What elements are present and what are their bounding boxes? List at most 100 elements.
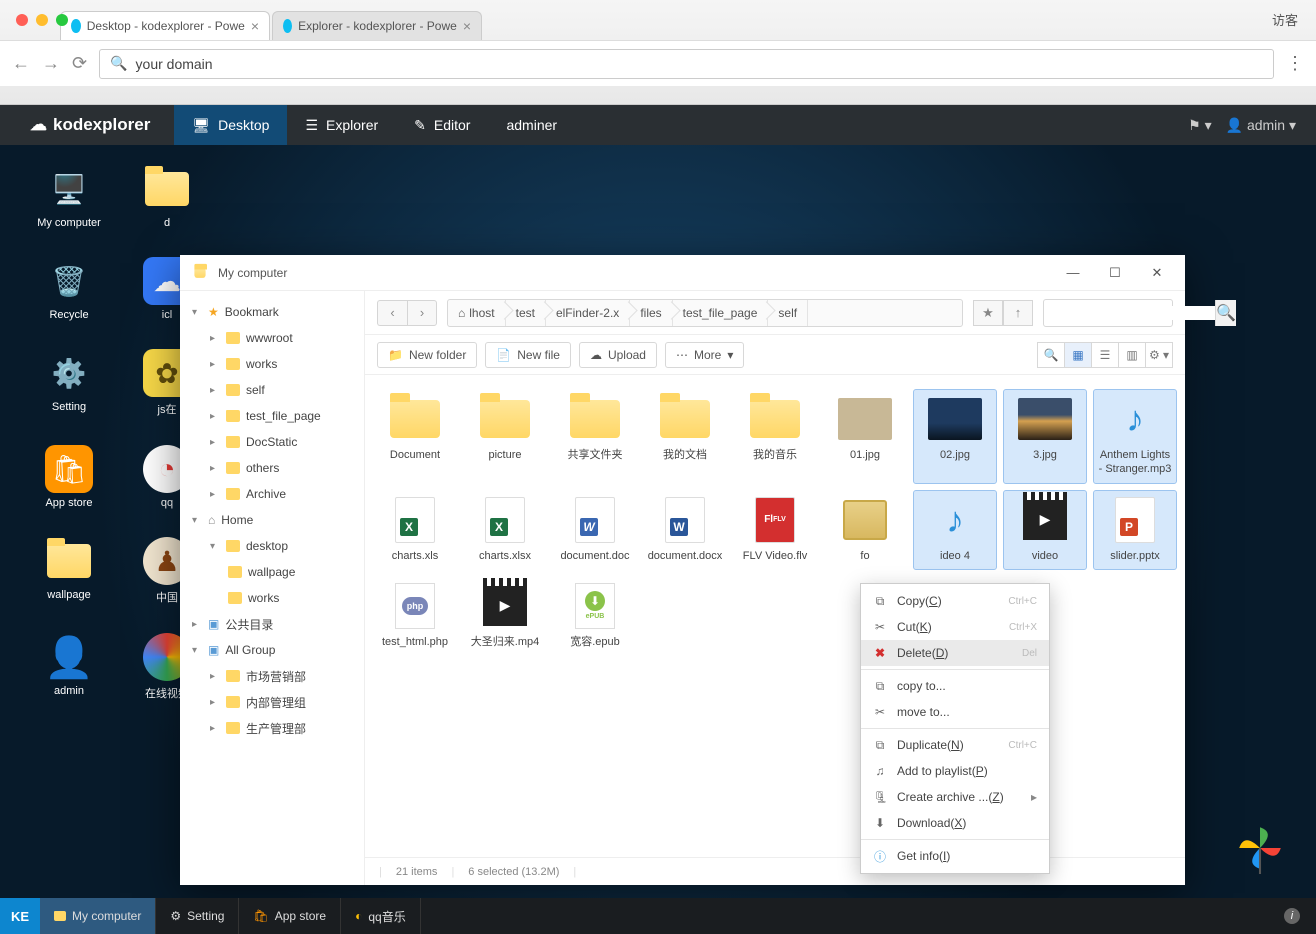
- breadcrumb-item[interactable]: files: [630, 300, 672, 326]
- back-button[interactable]: ←: [12, 53, 30, 74]
- window-close-button[interactable]: ✕: [1141, 259, 1173, 287]
- window-minimize-button[interactable]: —: [1057, 259, 1089, 287]
- tree-item[interactable]: ▸生产管理部: [180, 715, 364, 741]
- file-item[interactable]: document.doc: [553, 490, 637, 570]
- context-menu-item[interactable]: ✂Cut(K)Ctrl+X: [861, 614, 1049, 640]
- start-button[interactable]: KE: [0, 898, 40, 934]
- breadcrumb-item[interactable]: self: [768, 300, 808, 326]
- file-item[interactable]: slider.pptx: [1093, 490, 1177, 570]
- guest-profile-label[interactable]: 访客: [1272, 10, 1298, 29]
- tree-home[interactable]: ▾⌂Home: [180, 507, 364, 533]
- file-grid[interactable]: Documentpicture共享文件夹我的文档我的音乐01.jpg02.jpg…: [365, 375, 1185, 857]
- breadcrumb-home[interactable]: ⌂lhost: [448, 300, 506, 326]
- file-item[interactable]: charts.xlsx: [463, 490, 547, 570]
- file-item[interactable]: 共享文件夹: [553, 389, 637, 484]
- user-menu[interactable]: 👤 admin ▾: [1226, 117, 1296, 134]
- context-menu[interactable]: ⧉Copy(C)Ctrl+C✂Cut(K)Ctrl+X✖Delete(D)Del…: [860, 583, 1050, 874]
- tree-item[interactable]: ▸self: [180, 377, 364, 403]
- file-item[interactable]: fo: [823, 490, 907, 570]
- tab-close-icon[interactable]: ×: [251, 18, 259, 34]
- window-maximize-button[interactable]: ☐: [1099, 259, 1131, 287]
- taskbar-item-my-computer[interactable]: My computer: [40, 898, 156, 934]
- context-menu-item[interactable]: ⧉Duplicate(N)Ctrl+C: [861, 732, 1049, 758]
- window-controls-mac[interactable]: [16, 14, 68, 26]
- file-item[interactable]: 我的文档: [643, 389, 727, 484]
- desktop-icon-folder[interactable]: d: [122, 165, 212, 229]
- tab-close-icon[interactable]: ×: [463, 18, 471, 34]
- context-menu-item[interactable]: ♫Add to playlist(P): [861, 758, 1049, 784]
- tree-item[interactable]: ▸works: [180, 351, 364, 377]
- file-item[interactable]: 我的音乐: [733, 389, 817, 484]
- tree-item[interactable]: ▸Archive: [180, 481, 364, 507]
- tree-bookmark[interactable]: ▾★Bookmark: [180, 299, 364, 325]
- search-button[interactable]: 🔍: [1215, 300, 1236, 326]
- browser-menu-button[interactable]: ⋮: [1286, 53, 1304, 74]
- menubar-item-desktop[interactable]: 🖥 Desktop: [174, 105, 287, 145]
- tree-item[interactable]: ▸test_file_page: [180, 403, 364, 429]
- new-folder-button[interactable]: 📁 New folder: [377, 342, 477, 368]
- desktop-icon-wallpage[interactable]: wallpage: [24, 537, 114, 605]
- nav-forward-button[interactable]: ›: [407, 300, 437, 326]
- address-bar[interactable]: 🔍 your domain: [99, 49, 1274, 79]
- taskbar-item-setting[interactable]: ⚙Setting: [156, 898, 239, 934]
- browser-tab-inactive[interactable]: Explorer - kodexplorer - Powe ×: [272, 11, 482, 40]
- breadcrumb-item[interactable]: test_file_page: [673, 300, 769, 326]
- taskbar-item-appstore[interactable]: 🛍App store: [239, 898, 341, 934]
- menubar-item-editor[interactable]: ✎ Editor: [396, 105, 488, 145]
- favorite-button[interactable]: ★: [973, 300, 1003, 326]
- more-button[interactable]: ⋯ More ▾: [665, 342, 744, 368]
- menubar-item-adminer[interactable]: adminer: [488, 105, 575, 145]
- tree-item[interactable]: wallpage: [180, 559, 364, 585]
- taskbar-item-qqmusic[interactable]: ◐qq音乐: [341, 898, 421, 934]
- breadcrumb-item[interactable]: test: [506, 300, 546, 326]
- tree-public[interactable]: ▸▣公共目录: [180, 611, 364, 637]
- new-file-button[interactable]: 📄 New file: [485, 342, 571, 368]
- context-menu-item[interactable]: ✖Delete(D)Del: [861, 640, 1049, 666]
- breadcrumb-item[interactable]: elFinder-2.x: [546, 300, 630, 326]
- reload-button[interactable]: ⟳: [72, 53, 87, 74]
- tree-item[interactable]: ▸others: [180, 455, 364, 481]
- view-list-button[interactable]: ☰: [1091, 342, 1119, 368]
- search-toggle-button[interactable]: 🔍: [1037, 342, 1065, 368]
- desktop-icon-admin[interactable]: 👤admin: [24, 633, 114, 701]
- search-box[interactable]: 🔍: [1043, 299, 1173, 327]
- context-menu-item[interactable]: ⓘGet info(I): [861, 843, 1049, 869]
- tree-item[interactable]: ▸wwwroot: [180, 325, 364, 351]
- zoom-window-button[interactable]: [56, 14, 68, 26]
- desktop-icon-my-computer[interactable]: 🖥️My computer: [24, 165, 114, 229]
- desktop-icon-setting[interactable]: ⚙️Setting: [24, 349, 114, 417]
- file-item[interactable]: FlFLVFLV Video.flv: [733, 490, 817, 570]
- context-menu-item[interactable]: 🗜Create archive ...(Z)▸: [861, 784, 1049, 810]
- window-titlebar[interactable]: My computer — ☐ ✕: [180, 255, 1185, 291]
- info-button[interactable]: i: [1284, 908, 1300, 924]
- app-logo[interactable]: ☁ kodexplorer: [0, 115, 174, 135]
- file-item[interactable]: Document: [373, 389, 457, 484]
- forward-button[interactable]: →: [42, 53, 60, 74]
- file-item[interactable]: document.docx: [643, 490, 727, 570]
- file-item[interactable]: phptest_html.php: [373, 576, 457, 656]
- menubar-item-explorer[interactable]: ☰ Explorer: [287, 105, 396, 145]
- browser-tab-active[interactable]: Desktop - kodexplorer - Powe ×: [60, 11, 270, 40]
- file-item[interactable]: ♪ideo 4: [913, 490, 997, 570]
- desktop-icon-recycle[interactable]: 🗑️Recycle: [24, 257, 114, 321]
- tree-item[interactable]: ▾desktop: [180, 533, 364, 559]
- tree-item[interactable]: ▸DocStatic: [180, 429, 364, 455]
- context-menu-item[interactable]: ⧉Copy(C)Ctrl+C: [861, 588, 1049, 614]
- view-columns-button[interactable]: ▥: [1118, 342, 1146, 368]
- file-item[interactable]: 01.jpg: [823, 389, 907, 484]
- view-icons-button[interactable]: ▦: [1064, 342, 1092, 368]
- file-item[interactable]: picture: [463, 389, 547, 484]
- nav-back-button[interactable]: ‹: [377, 300, 407, 326]
- tree-item[interactable]: ▸市场营销部: [180, 663, 364, 689]
- context-menu-item[interactable]: ✂move to...: [861, 699, 1049, 725]
- context-menu-item[interactable]: ⧉copy to...: [861, 673, 1049, 699]
- upload-button[interactable]: ☁ Upload: [579, 342, 657, 368]
- file-item[interactable]: ♪Anthem Lights - Stranger.mp3: [1093, 389, 1177, 484]
- close-window-button[interactable]: [16, 14, 28, 26]
- file-item[interactable]: charts.xls: [373, 490, 457, 570]
- file-item[interactable]: 02.jpg: [913, 389, 997, 484]
- tree-allgroup[interactable]: ▾▣All Group: [180, 637, 364, 663]
- file-item[interactable]: 3.jpg: [1003, 389, 1087, 484]
- search-input[interactable]: [1044, 306, 1215, 320]
- file-item[interactable]: video: [1003, 490, 1087, 570]
